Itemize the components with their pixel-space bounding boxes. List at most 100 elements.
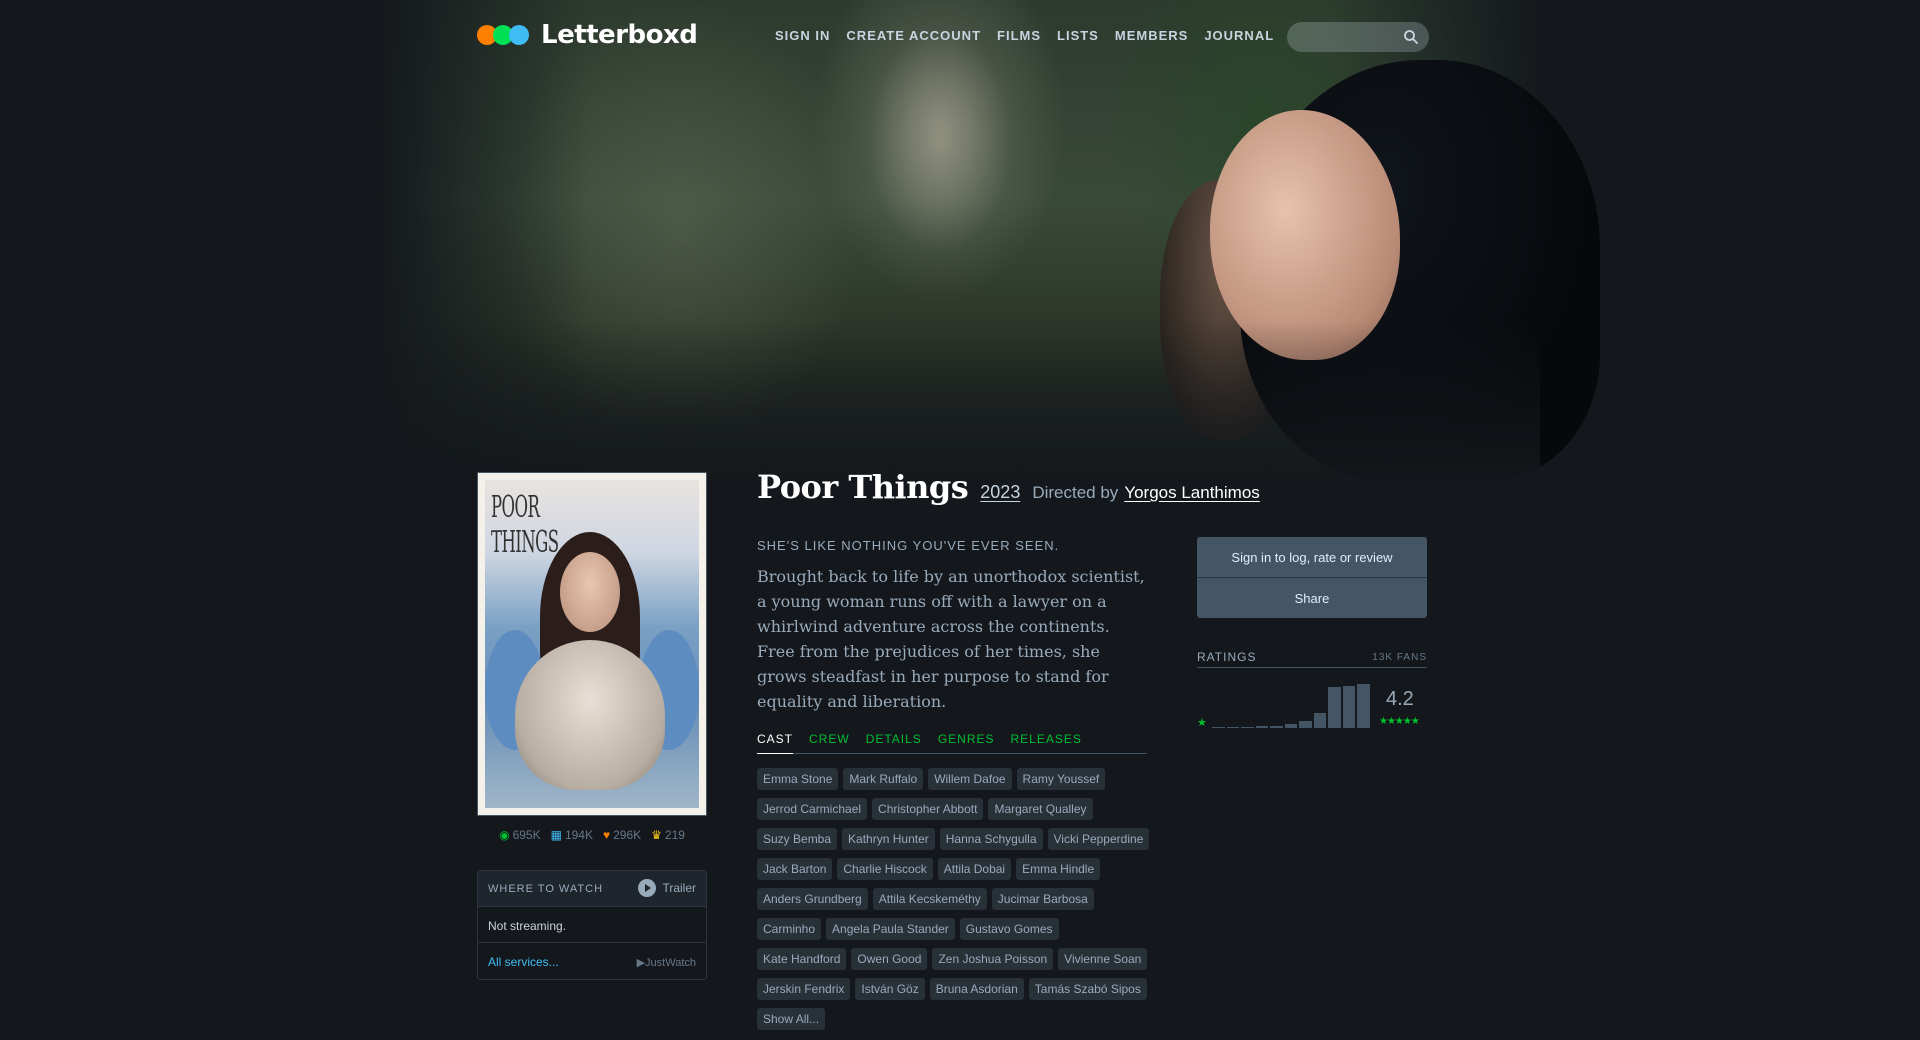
cast-chip[interactable]: Owen Good (851, 948, 928, 970)
backdrop-image (380, 0, 1600, 500)
search-icon[interactable] (1403, 29, 1419, 45)
cast-chip[interactable]: Angela Paula Stander (826, 918, 955, 940)
histogram-bar[interactable] (1342, 686, 1356, 728)
crown-icon: ♛ (651, 828, 662, 842)
nav-lists[interactable]: LISTS (1057, 28, 1099, 43)
stat-likes[interactable]: ♥ 296K (603, 828, 641, 842)
cast-chip[interactable]: Gustavo Gomes (959, 918, 1059, 940)
stat-watched[interactable]: ◉ 695K (499, 828, 541, 842)
grid-icon: ▦ (550, 828, 562, 842)
trailer-button[interactable]: Trailer (638, 879, 696, 897)
stat-top-count: 219 (664, 828, 685, 842)
histogram-bar[interactable] (1241, 727, 1254, 728)
histogram-bar[interactable] (1328, 687, 1341, 728)
tab-cast[interactable]: CAST (757, 732, 794, 754)
nav-journal[interactable]: JOURNAL (1204, 28, 1274, 43)
justwatch-credit[interactable]: ▶JustWatch (637, 956, 696, 969)
director-link[interactable]: Yorgos Lanthimos (1124, 483, 1259, 503)
stat-top[interactable]: ♛ 219 (651, 828, 685, 842)
logo[interactable]: Letterboxd (477, 20, 698, 50)
film-poster[interactable]: POOR THINGS (477, 472, 707, 816)
ratings-title: RATINGS (1197, 650, 1257, 664)
cast-chip[interactable]: Mark Ruffalo (843, 768, 924, 790)
cast-chip[interactable]: Charlie Hiscock (837, 858, 933, 880)
histogram-bar[interactable] (1270, 726, 1283, 728)
sign-in-to-log-button[interactable]: Sign in to log, rate or review (1197, 537, 1427, 577)
nav-create-account[interactable]: CREATE ACCOUNT (846, 28, 981, 43)
histogram-bar[interactable] (1226, 727, 1240, 728)
heart-icon: ♥ (602, 828, 611, 842)
trailer-label: Trailer (662, 881, 696, 895)
streaming-status: Not streaming. (478, 907, 706, 943)
share-button[interactable]: Share (1197, 578, 1427, 618)
cast-chip[interactable]: Margaret Qualley (988, 798, 1093, 820)
cast-chip[interactable]: Kathryn Hunter (842, 828, 935, 850)
nav-films[interactable]: FILMS (997, 28, 1041, 43)
actions-panel: Sign in to log, rate or review Share (1197, 537, 1427, 618)
cast-chip[interactable]: Jerrod Carmichael (757, 798, 868, 820)
stat-lists[interactable]: ▦ 194K (551, 828, 593, 842)
histogram-bar[interactable] (1299, 721, 1312, 728)
five-stars-icon: ★★★★★ (1379, 716, 1420, 727)
poster-artwork: POOR THINGS (485, 480, 699, 808)
show-all-cast-button[interactable]: Show All... (757, 1008, 826, 1030)
histogram-bar[interactable] (1313, 713, 1327, 728)
logo-dot-blue (509, 25, 529, 45)
play-icon (638, 879, 657, 897)
film-tabs: CAST CREW DETAILS GENRES RELEASES (757, 732, 1147, 754)
where-to-watch-title: WHERE TO WATCH (488, 883, 604, 895)
main-nav: SIGN IN CREATE ACCOUNT FILMS LISTS MEMBE… (775, 28, 1290, 43)
cast-chip[interactable]: Vicki Pepperdine (1047, 828, 1150, 850)
nav-members[interactable]: MEMBERS (1115, 28, 1188, 43)
cast-chip[interactable]: Hanna Schygulla (939, 828, 1043, 850)
cast-chip[interactable]: Ramy Youssef (1016, 768, 1106, 790)
cast-list: Emma Stone Mark Ruffalo Willem Dafoe Ramy Y… (757, 768, 1157, 1038)
stat-lists-count: 194K (564, 828, 593, 842)
directed-by-label: Directed by (1032, 483, 1119, 502)
ratings-header: RATINGS 13K FANS (1197, 650, 1427, 668)
search-input[interactable] (1287, 22, 1429, 52)
tab-crew[interactable]: CREW (809, 732, 850, 754)
histogram-bar[interactable] (1212, 727, 1225, 728)
cast-chip[interactable]: Willem Dafoe (928, 768, 1012, 790)
justwatch-label: JustWatch (645, 957, 696, 969)
cast-chip[interactable]: Suzy Bemba (757, 828, 838, 850)
cast-chip[interactable]: Jack Barton (757, 858, 833, 880)
cast-chip[interactable]: Attila Dobai (937, 858, 1012, 880)
tab-details[interactable]: DETAILS (866, 732, 922, 754)
site-header: Letterboxd SIGN IN CREATE ACCOUNT FILMS … (477, 16, 1429, 56)
tab-genres[interactable]: GENRES (938, 732, 995, 754)
histogram-bar[interactable] (1357, 684, 1371, 728)
cast-chip[interactable]: Anders Grundberg (757, 888, 868, 910)
cast-chip[interactable]: Emma Hindle (1016, 858, 1101, 880)
where-to-watch-panel: WHERE TO WATCH Trailer Not streaming. Al… (477, 870, 707, 980)
cast-chip[interactable]: Christopher Abbott (872, 798, 984, 820)
stat-likes-count: 296K (613, 828, 642, 842)
film-synopsis: Brought back to life by an unorthodox sc… (757, 567, 1145, 711)
cast-chip[interactable]: Carminho (757, 918, 822, 940)
average-rating[interactable]: 4.2 (1386, 688, 1414, 711)
cast-chip[interactable]: Zen Joshua Poisson (932, 948, 1054, 970)
film-year-link[interactable]: 2023 (980, 482, 1020, 503)
logo-text: Letterboxd (541, 20, 698, 50)
poster-face (560, 552, 620, 632)
cast-chip[interactable]: Bruna Asdorian (929, 978, 1024, 1000)
histogram-bar[interactable] (1284, 724, 1298, 728)
cast-chip[interactable]: Jerskin Fendrix (757, 978, 851, 1000)
cast-chip[interactable]: Vivienne Soan (1058, 948, 1148, 970)
film-header: Poor Things 2023 Directed by Yorgos Lant… (757, 468, 1260, 506)
nav-sign-in[interactable]: SIGN IN (775, 28, 830, 43)
fans-count-link[interactable]: 13K FANS (1372, 652, 1427, 663)
tab-releases[interactable]: RELEASES (1011, 732, 1082, 754)
histogram-bar[interactable] (1255, 726, 1269, 728)
film-tagline: SHE'S LIKE NOTHING YOU'VE EVER SEEN. (757, 538, 1060, 553)
cast-chip[interactable]: Jucimar Barbosa (991, 888, 1094, 910)
cast-chip[interactable]: Kate Handford (757, 948, 847, 970)
low-star-icon: ★ (1197, 717, 1207, 729)
all-services-link[interactable]: All services... (488, 955, 559, 969)
cast-chip[interactable]: István Göz (855, 978, 925, 1000)
cast-chip[interactable]: Tamás Szabó Sipos (1028, 978, 1147, 1000)
stat-watched-count: 695K (512, 828, 541, 842)
cast-chip[interactable]: Emma Stone (757, 768, 839, 790)
cast-chip[interactable]: Attila Kecskeméthy (872, 888, 987, 910)
